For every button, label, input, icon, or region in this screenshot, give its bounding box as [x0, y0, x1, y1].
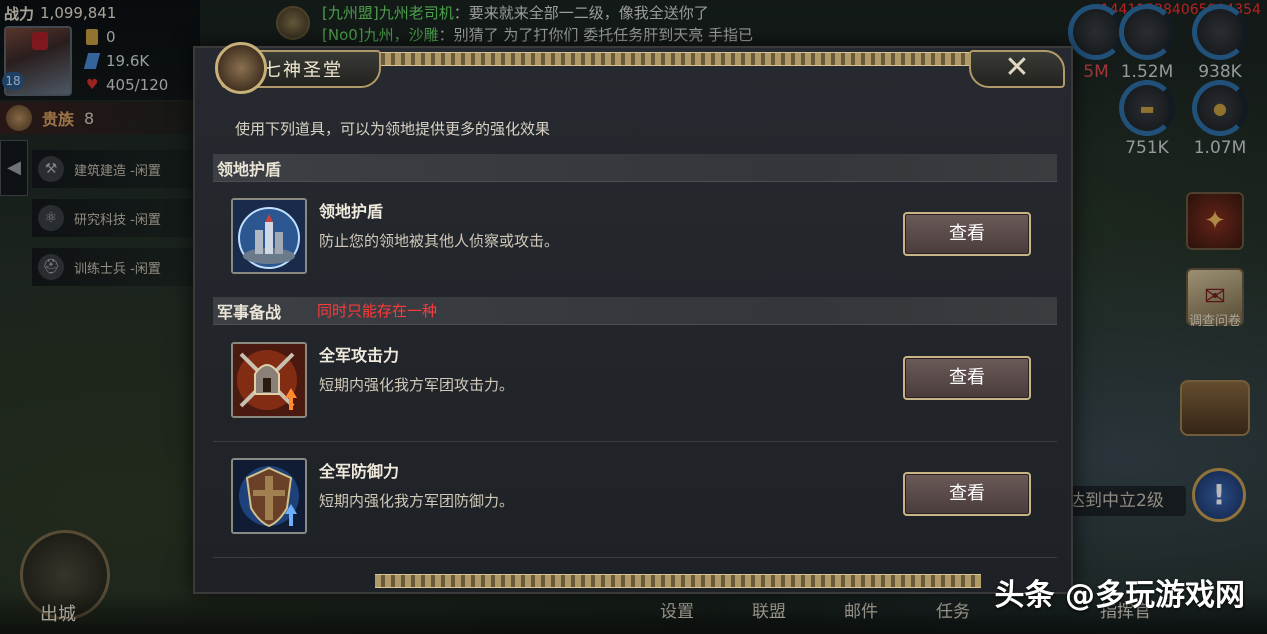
item-description: 防止您的领地被其他人侦察或攻击。 — [319, 232, 560, 250]
item-army-defense: 全军防御力 短期内强化我方军团防御力。 查看 — [213, 454, 1057, 558]
section-warning: 同时只能存在一种 — [317, 302, 438, 320]
close-icon: ✕ — [1004, 50, 1030, 85]
section-header-shield: 领地护盾 — [213, 154, 1057, 182]
ornament-top — [365, 52, 971, 66]
section-title: 军事备战 — [217, 302, 282, 322]
shield-city-icon — [231, 198, 307, 274]
view-button[interactable]: 查看 — [903, 356, 1031, 400]
dialog-title: 七神圣堂 — [263, 60, 343, 81]
view-button[interactable]: 查看 — [903, 472, 1031, 516]
item-name: 全军攻击力 — [319, 346, 400, 365]
item-territory-shield: 领地护盾 防止您的领地被其他人侦察或攻击。 查看 — [213, 194, 1057, 298]
item-name: 领地护盾 — [319, 202, 384, 221]
item-army-attack: 全军攻击力 短期内强化我方军团攻击力。 查看 — [213, 338, 1057, 442]
item-name: 全军防御力 — [319, 462, 400, 481]
ornament-bottom — [375, 574, 981, 588]
brand-watermark: 头条 @多玩游戏网 — [994, 578, 1245, 613]
section-title: 领地护盾 — [217, 159, 282, 179]
item-description: 短期内强化我方军团防御力。 — [319, 492, 515, 510]
defense-shield-icon — [231, 458, 307, 534]
section-header-military: 军事备战 同时只能存在一种 — [213, 297, 1057, 325]
close-button[interactable]: ✕ — [969, 50, 1065, 88]
item-description: 短期内强化我方军团攻击力。 — [319, 376, 515, 394]
dialog-intro: 使用下列道具，可以为领地提供更多的强化效果 — [235, 120, 551, 138]
dialog-title-plate: 七神圣堂 — [215, 42, 381, 94]
attack-helmet-icon — [231, 342, 307, 418]
emblem-icon — [215, 42, 267, 94]
view-button[interactable]: 查看 — [903, 212, 1031, 256]
seven-gods-hall-dialog: 七神圣堂 ✕ 使用下列道具，可以为领地提供更多的强化效果 领地护盾 领地护盾 防… — [193, 42, 1073, 594]
